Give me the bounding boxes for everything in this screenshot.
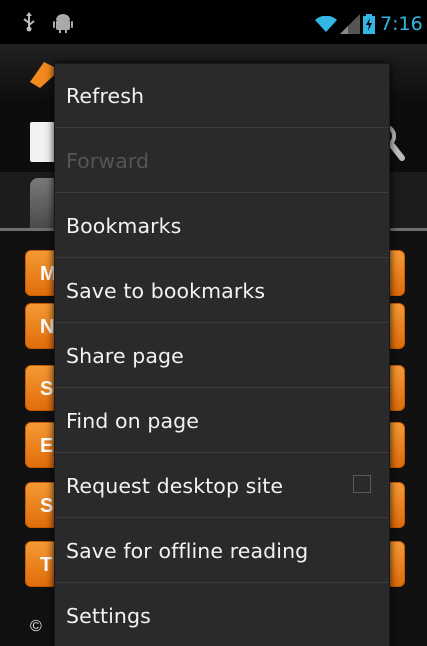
menu-item-label: Refresh: [66, 83, 145, 108]
menu-item-save-offline[interactable]: Save for offline reading: [55, 519, 389, 583]
desktop-site-checkbox[interactable]: [353, 475, 371, 493]
status-bar: 7:16: [0, 0, 427, 44]
overflow-menu: Refresh Forward Bookmarks Save to bookma…: [54, 63, 390, 646]
menu-item-label: Request desktop site: [66, 473, 284, 498]
battery-icon: [363, 14, 375, 38]
menu-item-label: Share page: [66, 343, 184, 368]
signal-icon: [340, 14, 360, 38]
screen: 7:16 M N S E S T © Refresh Forward Bookm…: [0, 0, 427, 646]
menu-item-refresh[interactable]: Refresh: [55, 64, 389, 128]
menu-item-label: Bookmarks: [66, 213, 182, 238]
usb-icon: [22, 12, 36, 36]
menu-item-label: Find on page: [66, 408, 199, 433]
menu-item-settings[interactable]: Settings: [55, 584, 389, 646]
android-debug-icon: [52, 12, 74, 38]
menu-item-label: Forward: [66, 148, 150, 173]
menu-item-label: Save to bookmarks: [66, 278, 266, 303]
status-clock: 7:16: [380, 13, 423, 35]
menu-item-find-on-page[interactable]: Find on page: [55, 389, 389, 453]
menu-item-save-to-bookmarks[interactable]: Save to bookmarks: [55, 259, 389, 323]
menu-item-label: Settings: [66, 604, 151, 628]
menu-item-share-page[interactable]: Share page: [55, 324, 389, 388]
wifi-icon: [315, 15, 337, 36]
menu-item-bookmarks[interactable]: Bookmarks: [55, 194, 389, 258]
menu-item-request-desktop-site[interactable]: Request desktop site: [55, 454, 389, 518]
page-footer: ©: [30, 618, 42, 635]
menu-item-forward: Forward: [55, 129, 389, 193]
menu-item-label: Save for offline reading: [66, 538, 309, 563]
